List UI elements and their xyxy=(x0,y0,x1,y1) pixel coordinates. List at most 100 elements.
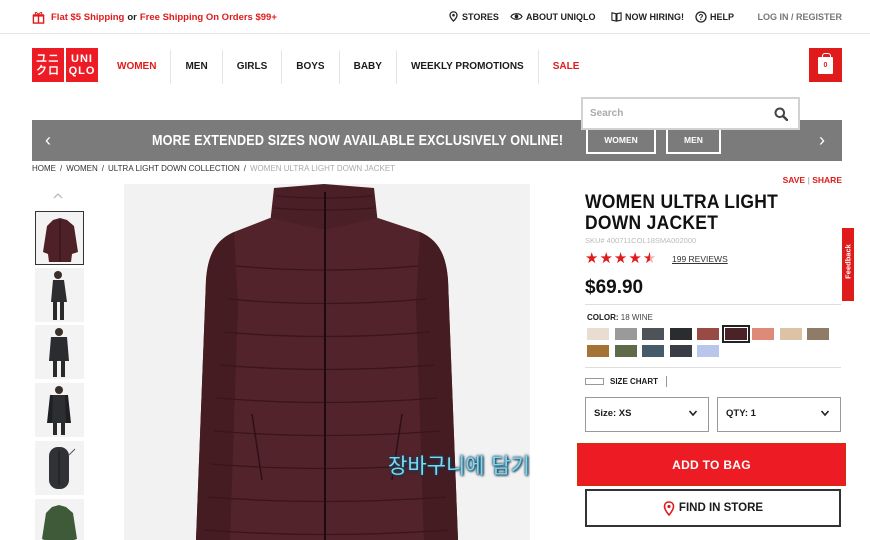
feedback-label: Feedback xyxy=(843,244,853,279)
ruler-icon xyxy=(585,378,604,385)
about-label: ABOUT UNIQLO xyxy=(526,11,596,22)
login-register-link[interactable]: LOG IN / REGISTER xyxy=(757,12,842,22)
eye-icon xyxy=(510,13,523,20)
breadcrumb: HOME / WOMEN / ULTRA LIGHT DOWN COLLECTI… xyxy=(32,164,395,173)
color-label-key: COLOR: xyxy=(587,313,619,322)
shipping-promo[interactable]: Flat $5 Shipping or Free Shipping On Ord… xyxy=(32,11,277,24)
nav-item-boys[interactable]: BOYS xyxy=(281,50,338,84)
color-swatch[interactable] xyxy=(642,345,664,357)
color-label: COLOR: 18 WINE xyxy=(587,313,653,322)
quantity-select[interactable]: QTY: 1 xyxy=(717,397,841,432)
color-swatch[interactable] xyxy=(587,328,609,340)
stores-link[interactable]: STORES xyxy=(448,11,499,22)
color-swatch[interactable] xyxy=(697,345,719,357)
chevron-down-icon xyxy=(688,410,698,417)
model-styled-thumb-image xyxy=(35,383,84,437)
logo-right-block: UNI QLO xyxy=(66,48,98,82)
save-share-separator: | xyxy=(807,175,810,185)
color-swatch[interactable] xyxy=(721,325,750,343)
banner-text: MORE EXTENDED SIZES NOW AVAILABLE EXCLUS… xyxy=(152,132,564,149)
product-sku: SKU# 400711COL18SMA002000 xyxy=(585,236,697,245)
color-swatch[interactable] xyxy=(669,328,692,340)
size-chart-link[interactable]: SIZE CHART xyxy=(585,376,667,387)
banner-women-button[interactable]: WOMEN xyxy=(586,126,656,154)
search-input[interactable] xyxy=(583,99,763,128)
logo-text-uni: UNI xyxy=(71,53,93,65)
product-title: WOMEN ULTRA LIGHT DOWN JACKET xyxy=(585,192,779,234)
find-in-store-button[interactable]: FIND IN STORE xyxy=(585,489,841,527)
nav-item-baby[interactable]: BABY xyxy=(338,50,396,84)
jacket-front-thumb-image xyxy=(36,212,83,264)
color-swatch[interactable] xyxy=(697,328,719,340)
share-link[interactable]: SHARE xyxy=(812,175,842,185)
banner-men-button[interactable]: MEN xyxy=(666,126,721,154)
star-full-icon: ★ xyxy=(628,250,642,267)
color-swatch[interactable] xyxy=(614,345,637,357)
help-link[interactable]: ? HELP xyxy=(695,11,734,23)
promo-or: or xyxy=(127,12,137,23)
thumbnail-styled[interactable] xyxy=(35,383,84,437)
uniqlo-logo[interactable]: ユニ クロ UNI QLO xyxy=(32,48,98,82)
gift-icon xyxy=(32,11,45,24)
color-swatch[interactable] xyxy=(642,328,664,340)
main-nav: WOMEN MEN GIRLS BOYS BABY WEEKLY PROMOTI… xyxy=(106,50,593,84)
add-to-bag-button[interactable]: ADD TO BAG xyxy=(578,444,845,485)
nav-item-sale[interactable]: SALE xyxy=(537,50,594,84)
find-in-store-label: FIND IN STORE xyxy=(678,502,764,514)
breadcrumb-collection[interactable]: ULTRA LIGHT DOWN COLLECTION xyxy=(108,164,240,173)
nav-item-girls[interactable]: GIRLS xyxy=(221,50,282,84)
help-label: HELP xyxy=(710,12,735,22)
logo-text-katakana-bottom: クロ xyxy=(36,65,60,77)
location-pin-icon xyxy=(449,11,458,22)
about-link[interactable]: ABOUT UNIQLO xyxy=(510,11,596,22)
color-swatch[interactable] xyxy=(669,345,692,357)
nav-item-men[interactable]: MEN xyxy=(170,50,221,84)
thumbnail-pouch[interactable] xyxy=(35,441,84,495)
location-pin-icon xyxy=(663,500,675,516)
model-side-thumb-image xyxy=(35,268,84,322)
thumbnail-front-model[interactable] xyxy=(35,325,84,379)
book-icon xyxy=(611,12,622,22)
color-swatch[interactable] xyxy=(752,328,774,340)
banner-prev-arrow[interactable]: ‹ xyxy=(45,130,51,151)
thumbnail-side[interactable] xyxy=(35,268,84,322)
star-full-icon: ★ xyxy=(613,250,628,267)
color-swatch[interactable] xyxy=(587,345,609,357)
promo-flat-shipping: Flat $5 Shipping xyxy=(51,12,125,23)
hiring-link[interactable]: NOW HIRING! xyxy=(611,11,684,22)
size-select[interactable]: Size: XS xyxy=(585,397,709,432)
promo-free-shipping: Free Shipping On Orders $99+ xyxy=(139,12,277,23)
breadcrumb-separator: / xyxy=(243,164,246,173)
main-product-image[interactable] xyxy=(124,184,530,540)
thumbnail-color-variant[interactable] xyxy=(35,499,84,540)
nav-item-weekly-promotions[interactable]: WEEKLY PROMOTIONS xyxy=(395,50,538,84)
svg-text:?: ? xyxy=(699,13,704,22)
hiring-label: NOW HIRING! xyxy=(625,11,684,22)
thumbnail-front[interactable] xyxy=(35,211,84,265)
utility-bar: Flat $5 Shipping or Free Shipping On Ord… xyxy=(0,0,870,34)
color-swatch[interactable] xyxy=(779,328,802,340)
star-full-icon: ★ xyxy=(599,250,613,267)
reviews-link[interactable]: 199 REVIEWS xyxy=(672,254,728,264)
color-swatch[interactable] xyxy=(614,328,637,340)
chevron-up-icon[interactable] xyxy=(52,190,64,202)
bag-count: 0 xyxy=(823,61,828,69)
shopping-bag-button[interactable]: 0 xyxy=(809,48,842,82)
search-icon[interactable] xyxy=(774,107,788,121)
color-swatch[interactable] xyxy=(807,328,829,340)
divider xyxy=(585,304,841,305)
pouch-thumb-image xyxy=(35,441,84,495)
star-half-icon: ★ xyxy=(642,250,657,267)
breadcrumb-women[interactable]: WOMEN xyxy=(66,164,98,173)
save-share-links: SAVE | SHARE xyxy=(783,175,842,185)
save-link[interactable]: SAVE xyxy=(783,175,806,185)
breadcrumb-home[interactable]: HOME xyxy=(32,164,56,173)
banner-next-arrow[interactable]: › xyxy=(819,130,825,151)
logo-text-qlo: QLO xyxy=(68,65,96,77)
size-select-value: Size: XS xyxy=(594,408,632,419)
korean-caption-overlay: 장바구니에 담기 xyxy=(388,454,530,478)
help-icon: ? xyxy=(695,11,707,23)
nav-item-women[interactable]: WOMEN xyxy=(106,50,170,84)
feedback-tab[interactable]: Feedback xyxy=(842,228,854,301)
rating-stars[interactable]: ★ ★ ★ ★ ★ xyxy=(585,251,656,266)
